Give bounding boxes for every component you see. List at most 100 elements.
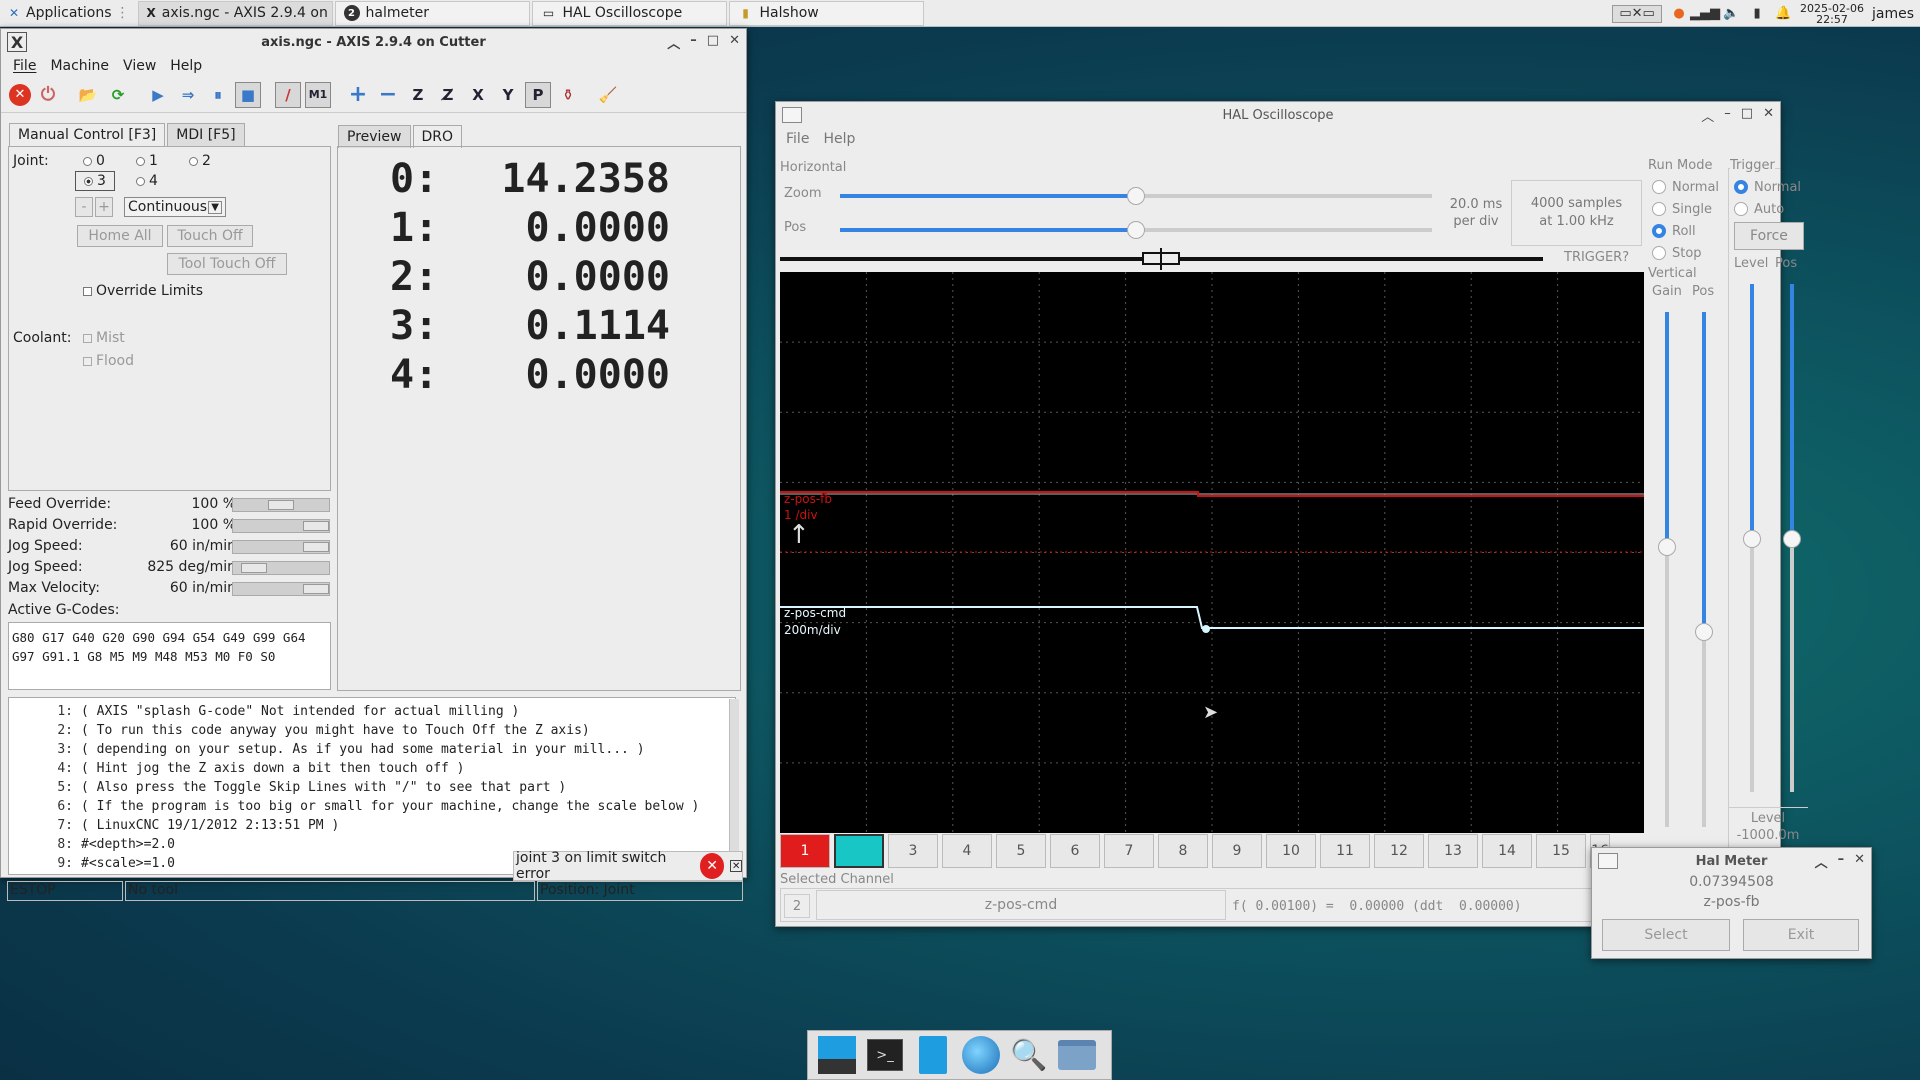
- view-z2-icon[interactable]: Z̸: [435, 82, 461, 108]
- open-folder-icon[interactable]: 📂: [75, 82, 101, 108]
- tool-touch-off-button[interactable]: Tool Touch Off: [167, 253, 287, 275]
- reload-icon[interactable]: ⟳: [105, 82, 131, 108]
- step-icon[interactable]: ⇒: [175, 82, 201, 108]
- taskbar-halscope[interactable]: ▭ HAL Oscilloscope: [531, 0, 727, 26]
- menu-file[interactable]: File: [13, 58, 36, 74]
- estop-icon[interactable]: ✕: [9, 83, 31, 106]
- channel-button-6[interactable]: 6: [1050, 834, 1100, 868]
- rotate-view-icon[interactable]: ⚱: [555, 82, 581, 108]
- taskbar-halmeter[interactable]: 2 halmeter: [334, 0, 530, 26]
- channel-button-10[interactable]: 10: [1266, 834, 1316, 868]
- trigger-mode-auto[interactable]: Auto: [1734, 198, 1801, 220]
- view-p-icon[interactable]: P: [525, 81, 551, 108]
- network-icon[interactable]: ▂▄▆: [1690, 5, 1720, 23]
- channel-button-15[interactable]: 15: [1536, 834, 1586, 868]
- minimize-icon[interactable]: –: [690, 33, 697, 52]
- view-x-icon[interactable]: X: [465, 82, 491, 108]
- zoom-slider[interactable]: [840, 187, 1432, 205]
- view-y-icon[interactable]: Y: [495, 82, 521, 108]
- mist-checkbox[interactable]: Mist: [83, 330, 125, 346]
- trigger-mode-normal[interactable]: Normal: [1734, 176, 1801, 198]
- program-line[interactable]: 3: ( depending on your setup. As if you h…: [9, 740, 735, 759]
- close-icon[interactable]: ✕: [1763, 106, 1774, 125]
- program-line[interactable]: 6: ( If the program is too big or small f…: [9, 797, 735, 816]
- close-icon[interactable]: ✕: [1854, 852, 1865, 871]
- selected-channel-name[interactable]: z-pos-cmd: [816, 890, 1226, 920]
- gain-slider-handle[interactable]: [1658, 538, 1676, 556]
- jog-minus-button[interactable]: -: [75, 197, 93, 217]
- pos-slider[interactable]: [840, 221, 1432, 239]
- zoom-in-icon[interactable]: +: [345, 82, 371, 108]
- override-slider[interactable]: [232, 540, 330, 554]
- applications-menu[interactable]: ✕ Applications ⋮: [0, 0, 136, 27]
- override-slider-handle[interactable]: [303, 521, 329, 531]
- touch-off-button[interactable]: Touch Off: [167, 225, 253, 247]
- user-name[interactable]: james: [1872, 6, 1914, 22]
- window-menu-icon[interactable]: [782, 107, 802, 123]
- override-slider-handle[interactable]: [303, 542, 329, 552]
- view-z-icon[interactable]: Z: [405, 82, 431, 108]
- channel-button-7[interactable]: 7: [1104, 834, 1154, 868]
- joint-radio-1[interactable]: 1: [136, 153, 158, 169]
- maximize-icon[interactable]: □: [707, 33, 719, 52]
- maximize-icon[interactable]: □: [1741, 106, 1753, 125]
- clear-backplot-icon[interactable]: 🧹: [595, 82, 621, 108]
- terminal-icon[interactable]: >_: [864, 1034, 906, 1076]
- power-icon[interactable]: ⏻: [35, 82, 61, 108]
- channel-button-12[interactable]: 12: [1374, 834, 1424, 868]
- menu-file[interactable]: File: [786, 131, 809, 147]
- program-line[interactable]: 2: ( To run this code anyway you might ha…: [9, 721, 735, 740]
- trigger-pos-handle[interactable]: [1783, 530, 1801, 548]
- channel-button-5[interactable]: 5: [996, 834, 1046, 868]
- override-slider-handle[interactable]: [268, 500, 294, 510]
- trigger-level-slider[interactable]: [1743, 284, 1761, 792]
- tab-manual-control[interactable]: Manual Control [F3]: [9, 123, 166, 146]
- channel-button-13[interactable]: 13: [1428, 834, 1478, 868]
- jog-mode-select[interactable]: Continuous ▼: [124, 197, 226, 217]
- exit-button[interactable]: Exit: [1743, 919, 1859, 951]
- menu-help[interactable]: Help: [170, 58, 202, 74]
- scope-display[interactable]: z-pos-fb 1 /div ↑ z-pos-cmd 200m/div ➤: [780, 272, 1644, 833]
- search-icon[interactable]: 🔍: [1008, 1034, 1050, 1076]
- program-scrollbar[interactable]: [729, 699, 739, 855]
- tab-mdi[interactable]: MDI [F5]: [167, 123, 245, 146]
- close-icon[interactable]: ✕: [729, 33, 740, 52]
- run-mode-normal[interactable]: Normal: [1652, 176, 1719, 198]
- channel-button-9[interactable]: 9: [1212, 834, 1262, 868]
- taskbar-halshow[interactable]: ▮ Halshow: [728, 0, 924, 26]
- vertical-pos-slider-handle[interactable]: [1695, 623, 1713, 641]
- tab-preview[interactable]: Preview: [338, 125, 411, 148]
- tab-dro[interactable]: DRO: [412, 125, 463, 148]
- stop-icon[interactable]: ■: [235, 81, 261, 108]
- minimize-icon[interactable]: –: [1724, 106, 1731, 125]
- files-icon[interactable]: [912, 1034, 954, 1076]
- clock[interactable]: 2025-02-06 22:57: [1800, 3, 1864, 25]
- channel-button-11[interactable]: 11: [1320, 834, 1370, 868]
- gain-slider[interactable]: [1658, 312, 1676, 827]
- taskbar-axis[interactable]: X axis.ngc - AXIS 2.9.4 on ...: [137, 0, 333, 26]
- block-delete-icon[interactable]: /: [275, 81, 301, 108]
- minimize-icon[interactable]: –: [1838, 852, 1845, 871]
- axis-titlebar[interactable]: X axis.ngc - AXIS 2.9.4 on Cutter ︿ – □ …: [1, 29, 746, 55]
- channel-button-14[interactable]: 14: [1482, 834, 1532, 868]
- run-mode-single[interactable]: Single: [1652, 198, 1719, 220]
- scope-titlebar[interactable]: HAL Oscilloscope ︿ – □ ✕: [776, 102, 1780, 128]
- battery-icon[interactable]: ▮: [1748, 5, 1766, 23]
- home-all-button[interactable]: Home All: [77, 225, 163, 247]
- override-slider-handle[interactable]: [241, 563, 267, 573]
- channel-button-1[interactable]: 1: [780, 834, 830, 868]
- program-line[interactable]: 4: ( Hint jog the Z axis down a bit then …: [9, 759, 735, 778]
- zoom-out-icon[interactable]: −: [375, 82, 401, 108]
- joint-radio-0[interactable]: 0: [83, 153, 105, 169]
- run-mode-stop[interactable]: Stop: [1652, 242, 1719, 264]
- firefox-icon[interactable]: ●: [1670, 5, 1688, 23]
- channel-button-2[interactable]: 2: [834, 834, 884, 868]
- channel-button-4[interactable]: 4: [942, 834, 992, 868]
- channel-button-8[interactable]: 8: [1158, 834, 1208, 868]
- shade-icon[interactable]: ︿: [1701, 106, 1714, 125]
- browser-icon[interactable]: [960, 1034, 1002, 1076]
- window-menu-icon[interactable]: [1598, 853, 1618, 869]
- halmeter-titlebar[interactable]: Hal Meter ︿ – ✕: [1592, 848, 1871, 874]
- override-slider[interactable]: [232, 582, 330, 596]
- jog-plus-button[interactable]: +: [95, 197, 113, 217]
